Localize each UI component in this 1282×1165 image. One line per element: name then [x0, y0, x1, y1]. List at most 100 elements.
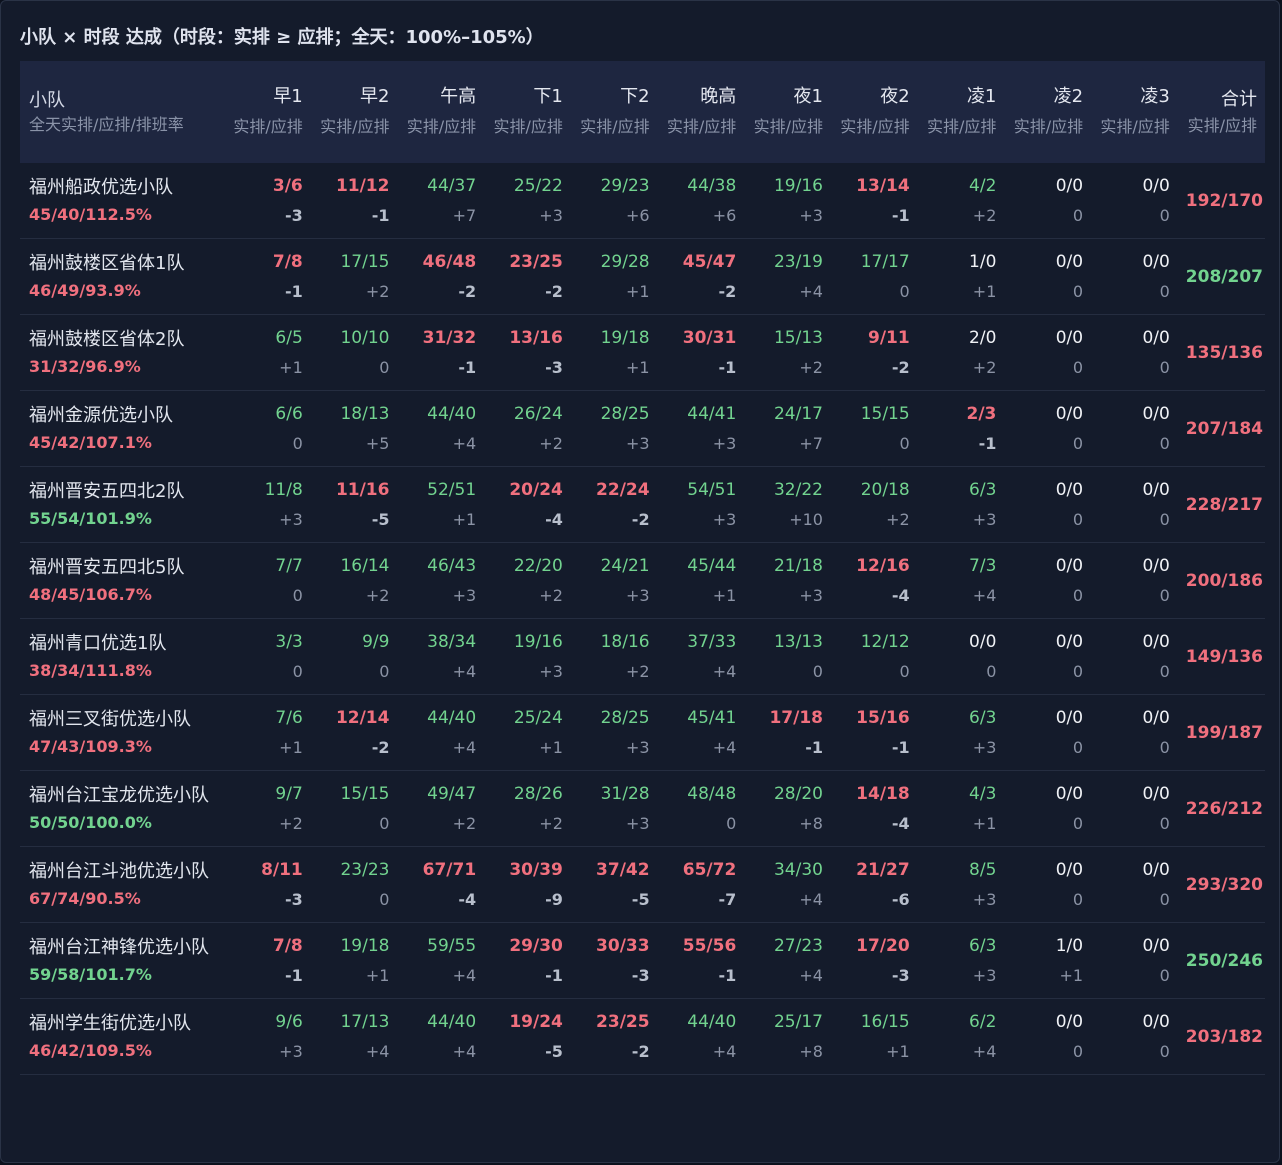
table-row[interactable]: 福州金源优选小队 45/42/107.1% 6/6 0 18/13 +5 44/40 +4 26…	[20, 391, 1265, 467]
total-cell: 207/184	[1185, 418, 1263, 439]
slot-diff: +5	[365, 433, 390, 453]
slot-diff: -1	[284, 281, 303, 301]
slot-diff: +2	[625, 661, 650, 681]
team-summary: 67/74/90.5%	[29, 889, 141, 908]
slot-value: 0/0	[1142, 251, 1170, 272]
team-summary: 45/42/107.1%	[29, 433, 152, 452]
slot-cell: 19/16 +3	[744, 163, 831, 239]
slot-diff: 0	[292, 433, 303, 453]
header-slot[interactable]: 夜1 实排/应排	[744, 61, 831, 163]
slot-diff: +3	[972, 965, 997, 985]
slot-value: 17/15	[340, 251, 390, 272]
header-slot[interactable]: 凌1 实排/应排	[918, 61, 1005, 163]
header-slot-subtitle: 实排/应排	[320, 117, 390, 136]
slot-diff: +8	[799, 813, 823, 833]
header-slot-subtitle: 实排/应排	[406, 117, 477, 136]
slot-cell: 6/5 +1	[224, 315, 311, 391]
slot-value: 29/23	[600, 175, 650, 196]
slot-value: 23/19	[773, 251, 823, 272]
slot-value: 21/18	[773, 555, 823, 576]
slot-cell: 0/0 0	[1091, 923, 1178, 999]
table-row[interactable]: 福州学生街优选小队 46/42/109.5% 9/6 +3 17/13 +4 44/40 +4…	[20, 999, 1265, 1075]
slot-cell: 4/3 +1	[918, 771, 1005, 847]
slot-value: 46/43	[427, 555, 477, 576]
slot-diff: +2	[365, 281, 390, 301]
table-row[interactable]: 福州鼓楼区省体2队 31/32/96.9% 6/5 +1 10/10 0 31/32 -1 13…	[20, 315, 1265, 391]
table-row[interactable]: 福州台江斗池优选小队 67/74/90.5% 8/11 -3 23/23 0 67/71 -4…	[20, 847, 1265, 923]
slot-diff: 0	[812, 661, 823, 681]
slot-cell: 9/7 +2	[224, 771, 311, 847]
table-row[interactable]: 福州晋安五四北2队 55/54/101.9% 11/8 +3 11/16 -5 52/51 +…	[20, 467, 1265, 543]
table-row[interactable]: 福州晋安五四北5队 48/45/106.7% 7/7 0 16/14 +2 46/43 +3 2…	[20, 543, 1265, 619]
slot-value: 22/20	[513, 555, 563, 576]
header-slot[interactable]: 晚高 实排/应排	[658, 61, 745, 163]
slot-diff: +1	[972, 281, 997, 301]
slot-diff: +3	[972, 889, 997, 909]
table-row[interactable]: 福州船政优选小队 45/40/112.5% 3/6 -3 11/12 -1 44/37 +7 2…	[20, 163, 1265, 239]
slot-diff: +3	[539, 661, 563, 681]
header-slot-subtitle: 实排/应排	[580, 117, 650, 136]
slot-diff: -1	[978, 433, 997, 453]
slot-diff: 0	[1159, 889, 1170, 909]
slot-diff: 0	[292, 585, 303, 605]
panel-title: 小队 × 时段 达成（时段：实排 ≥ 应排；全天：100%–105%）	[20, 27, 544, 48]
header-slot[interactable]: 早1 实排/应排	[224, 61, 311, 163]
slot-cell: 20/24 -4	[484, 467, 571, 543]
slot-diff: 0	[1159, 965, 1170, 985]
slot-cell: 7/8 -1	[224, 923, 311, 999]
header-slot[interactable]: 凌2 实排/应排	[1004, 61, 1091, 163]
slot-diff: 0	[1159, 281, 1170, 301]
team-name: 福州晋安五四北5队	[29, 557, 185, 578]
slot-diff: +3	[539, 205, 563, 225]
header-slot[interactable]: 早2 实排/应排	[311, 61, 398, 163]
header-slot-name: 早2	[360, 86, 390, 107]
slot-value: 8/11	[261, 859, 303, 880]
header-slot-name: 凌2	[1053, 86, 1084, 107]
header-total[interactable]: 合计 实排/应排	[1178, 61, 1265, 163]
team-cell: 福州船政优选小队 45/40/112.5%	[20, 163, 224, 239]
slot-diff: -9	[545, 889, 563, 909]
table-row[interactable]: 福州鼓楼区省体1队 46/49/93.9% 7/8 -1 17/15 +2 46/48 -2 2…	[20, 239, 1265, 315]
slot-cell: 25/22 +3	[484, 163, 571, 239]
slot-cell: 12/12 0	[831, 619, 918, 695]
slot-cell: 7/7 0	[224, 543, 311, 619]
table-row[interactable]: 福州三叉街优选小队 47/43/109.3% 7/6 +1 12/14 -2 44/40 +4…	[20, 695, 1265, 771]
slot-diff: +3	[799, 205, 823, 225]
slot-diff: +2	[539, 813, 563, 833]
slot-diff: +2	[279, 813, 303, 833]
slot-diff: 0	[1072, 509, 1084, 529]
header-team[interactable]: 小队 全天实排/应排/排班率	[20, 61, 224, 163]
header-slot[interactable]: 凌3 实排/应排	[1091, 61, 1178, 163]
slot-value: 0/0	[1055, 175, 1084, 196]
slot-cell: 19/18 +1	[311, 923, 398, 999]
slot-value: 0/0	[969, 631, 997, 652]
slot-cell: 19/16 +3	[484, 619, 571, 695]
table-row[interactable]: 福州青口优选1队 38/34/111.8% 3/3 0 9/9 0 38/34 +4 19/16…	[20, 619, 1265, 695]
slot-diff: -2	[545, 281, 563, 301]
slot-cell: 17/20 -3	[831, 923, 918, 999]
slot-diff: -3	[545, 357, 563, 377]
slot-diff: 0	[726, 813, 737, 833]
slot-value: 0/0	[1055, 1011, 1084, 1032]
table-row[interactable]: 福州台江宝龙优选小队 50/50/100.0% 9/7 +2 15/15 0 49/47 +2…	[20, 771, 1265, 847]
team-name: 福州鼓楼区省体1队	[29, 253, 185, 274]
header-slot[interactable]: 下2 实排/应排	[571, 61, 658, 163]
slot-cell: 16/15 +1	[831, 999, 918, 1075]
header-slot[interactable]: 午高 实排/应排	[397, 61, 484, 163]
slot-value: 17/18	[769, 707, 823, 728]
slot-cell: 37/42 -5	[571, 847, 658, 923]
team-cell: 福州三叉街优选小队 47/43/109.3%	[20, 695, 224, 771]
slot-value: 4/2	[969, 175, 997, 196]
header-slot[interactable]: 下1 实排/应排	[484, 61, 571, 163]
slot-diff: 0	[379, 661, 390, 681]
slot-cell: 0/0 0	[1091, 239, 1178, 315]
slot-diff: +2	[539, 585, 563, 605]
slot-value: 7/3	[969, 555, 997, 576]
slot-cell: 0/0 0	[1004, 163, 1091, 239]
table-row[interactable]: 福州台江神锋优选小队 59/58/101.7% 7/8 -1 19/18 +1 59/55 +…	[20, 923, 1265, 999]
header-slot-name: 晚高	[700, 86, 737, 107]
slot-diff: -1	[805, 737, 823, 757]
slot-cell: 1/0 +1	[1004, 923, 1091, 999]
header-slot[interactable]: 夜2 实排/应排	[831, 61, 918, 163]
slot-value: 23/25	[509, 251, 563, 272]
